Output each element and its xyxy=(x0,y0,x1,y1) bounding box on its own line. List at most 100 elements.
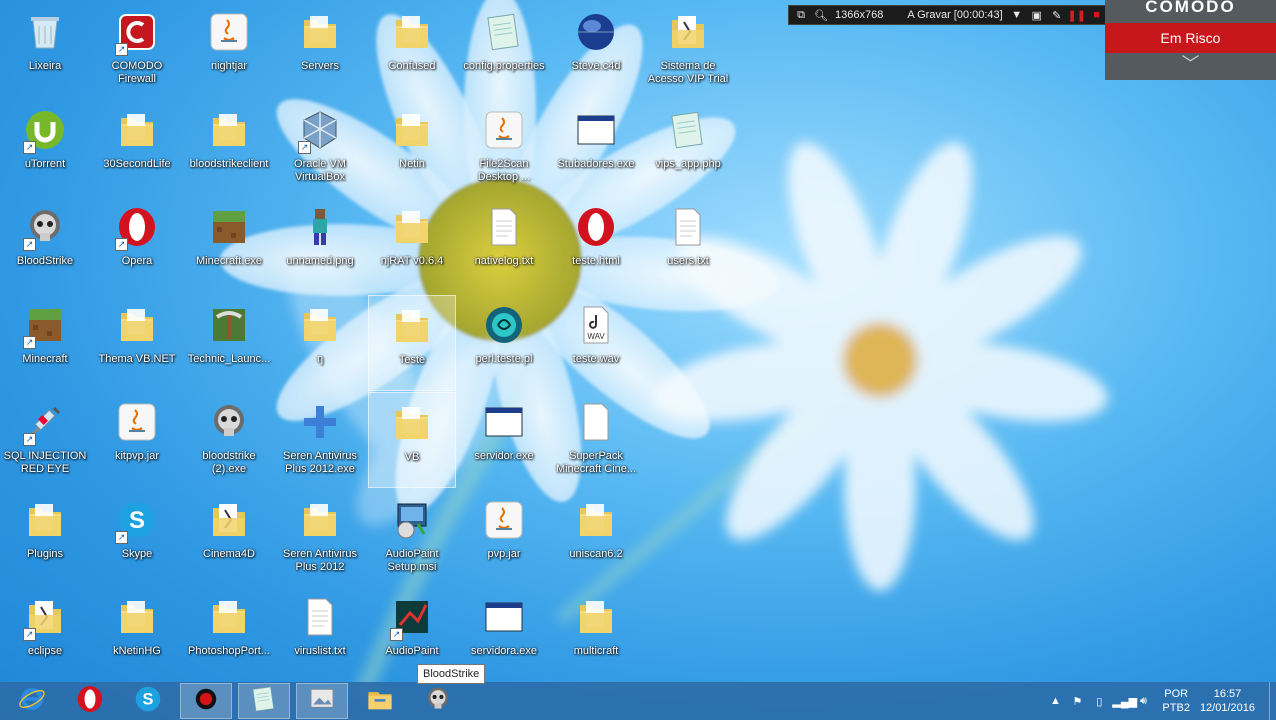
desktop-icon[interactable]: kitpvp.jar xyxy=(93,392,181,488)
chevron-down-icon[interactable]: ▼ xyxy=(1011,9,1023,21)
desktop-icon[interactable]: ŋ xyxy=(276,295,364,391)
photos-icon xyxy=(307,684,337,719)
desktop-icon[interactable]: PhotoshopPort... xyxy=(185,587,273,683)
comodo-widget[interactable]: COMODO Em Risco ﹀ xyxy=(1105,0,1276,80)
desktop-icon[interactable]: File2Scan Desktop ... xyxy=(460,100,548,196)
desktop-icon[interactable]: Seren Antivirus Plus 2012.exe xyxy=(276,392,364,488)
desktop-icon-label: Skype xyxy=(121,548,153,560)
desktop-icon[interactable]: viruslist.txt xyxy=(276,587,364,683)
desktop-icon[interactable]: Teste xyxy=(368,295,456,391)
blue-plus-icon xyxy=(296,398,344,446)
taskbar-button-photos[interactable] xyxy=(296,683,348,719)
desktop-icon[interactable]: ↗ SQL INJECTION RED EYE xyxy=(1,392,89,488)
desktop-icon[interactable]: kNetinHG xyxy=(93,587,181,683)
taskbar-button-notepad[interactable] xyxy=(238,683,290,719)
battery-icon[interactable]: ▯ xyxy=(1090,695,1108,708)
desktop-icon[interactable]: teste.html xyxy=(552,197,640,293)
pause-icon[interactable]: ❚❚ xyxy=(1068,9,1086,22)
taskbar-button-internet-explorer[interactable] xyxy=(6,683,58,719)
clock[interactable]: 16:57 12/01/2016 xyxy=(1200,687,1255,715)
desktop-icon[interactable]: VB xyxy=(368,392,456,488)
desktop-icon[interactable]: Cinema4D xyxy=(185,490,273,586)
desktop-icon[interactable]: nightjar xyxy=(185,2,273,98)
comodo-status-badge[interactable]: Em Risco xyxy=(1105,23,1276,53)
skull-icon xyxy=(205,398,253,446)
pen-icon[interactable]: ✎ xyxy=(1051,9,1063,22)
desktop-icon[interactable]: WAV teste.wav xyxy=(552,295,640,391)
network-icon[interactable]: ▂▄▆ xyxy=(1112,695,1137,708)
stop-icon[interactable]: ■ xyxy=(1091,9,1103,21)
desktop-icon[interactable]: ↗ uTorrent xyxy=(1,100,89,196)
desktop-icon[interactable]: Sistema de Acesso VIP Trial xyxy=(644,2,732,98)
window-restore-icon[interactable]: ⧉ xyxy=(795,9,807,21)
desktop-icon[interactable]: ↗ Oracle VM VirtualBox xyxy=(276,100,364,196)
chevron-down-icon[interactable]: ﹀ xyxy=(1105,53,1276,75)
desktop-icon-label: AudioPaint Setup.msi xyxy=(385,548,439,573)
taskbar-button-bloodstrike[interactable] xyxy=(412,683,464,719)
taskbar-button-recorder[interactable] xyxy=(180,683,232,719)
desktop-icon[interactable]: ↗ BloodStrike xyxy=(1,197,89,293)
desktop-icon[interactable]: Seren Antivirus Plus 2012 xyxy=(276,490,364,586)
desktop-icon[interactable]: uniscan6.2 xyxy=(552,490,640,586)
taskbar-button-skype[interactable]: S xyxy=(122,683,174,719)
desktop-icon[interactable]: pvp.jar xyxy=(460,490,548,586)
desktop-icon[interactable]: perl.teste.pl xyxy=(460,295,548,391)
desktop-icon[interactable]: users.txt xyxy=(644,197,732,293)
desktop-icon-label: Cinema4D xyxy=(203,548,255,560)
desktop-icon[interactable]: Steve.c4d xyxy=(552,2,640,98)
desktop-icon[interactable]: S ↗ Skype xyxy=(93,490,181,586)
desktop-icon[interactable]: Stubadores.exe xyxy=(552,100,640,196)
desktop-icon[interactable]: Plugins xyxy=(1,490,89,586)
folder-icon xyxy=(572,496,620,544)
notepad-icon xyxy=(480,8,528,56)
desktop-icon[interactable]: AudioPaint Setup.msi xyxy=(368,490,456,586)
audiopaint-icon: ↗ xyxy=(388,593,436,641)
chevron-up-icon[interactable]: ▲ xyxy=(1046,695,1064,707)
notepad-icon xyxy=(249,684,279,719)
volume-icon[interactable]: 🔊︎ xyxy=(1134,695,1152,708)
desktop-icon-label: Opera xyxy=(121,255,153,267)
desktop-icon[interactable]: ↗ Opera xyxy=(93,197,181,293)
desktop-icon[interactable]: Lixeira xyxy=(1,2,89,98)
desktop-icon[interactable]: servidor.exe xyxy=(460,392,548,488)
desktop-icon[interactable]: Confused xyxy=(368,2,456,98)
desktop-icon[interactable]: SuperPack Minecraft Cine... xyxy=(552,392,640,488)
zoom-icon[interactable]: 🔍︎ xyxy=(814,9,828,22)
desktop-icon[interactable]: Netin xyxy=(368,100,456,196)
desktop-icon-label: nightjar xyxy=(210,60,248,72)
desktop-icon[interactable]: Minecraft.exe xyxy=(185,197,273,293)
skull-icon xyxy=(423,684,453,719)
desktop-icon[interactable]: bloodstrike (2).exe xyxy=(185,392,273,488)
desktop-icon[interactable]: config.properties xyxy=(460,2,548,98)
taskbar-button-file-explorer[interactable] xyxy=(354,683,406,719)
action-center-icon[interactable]: ⚑ xyxy=(1068,695,1086,708)
desktop-icon[interactable]: njRAT v0.6.4 xyxy=(368,197,456,293)
desktop-icon[interactable]: Servers xyxy=(276,2,364,98)
comodo-brand: COMODO xyxy=(1145,0,1236,14)
desktop-icon-label: kitpvp.jar xyxy=(114,450,160,462)
pickaxe-icon xyxy=(205,301,253,349)
camera-icon[interactable]: ▣ xyxy=(1031,9,1043,22)
desktop-icon[interactable]: ↗ eclipse xyxy=(1,587,89,683)
desktop-icon[interactable]: vips_app.php xyxy=(644,100,732,196)
desktop-icon[interactable]: ↗ Minecraft xyxy=(1,295,89,391)
desktop-icon[interactable]: Thema VB.NET xyxy=(93,295,181,391)
desktop-icon[interactable]: nativelog.txt xyxy=(460,197,548,293)
desktop-icon[interactable]: bloodstrikeclient xyxy=(185,100,273,196)
desktop-icon-label: uniscan6.2 xyxy=(569,548,623,560)
language-indicator[interactable]: POR PTB2 xyxy=(1162,687,1190,715)
desktop-icon[interactable]: 30SecondLife xyxy=(93,100,181,196)
window-app-icon xyxy=(480,593,528,641)
desktop-icon[interactable]: unnamed.png xyxy=(276,197,364,293)
folder-icon xyxy=(113,301,161,349)
desktop-icon[interactable]: multicraft xyxy=(552,587,640,683)
desktop-icon[interactable]: ↗ COMODO Firewall xyxy=(93,2,181,98)
show-desktop-button[interactable] xyxy=(1269,682,1276,720)
folder-icon xyxy=(572,593,620,641)
desktop-icon-label: Servers xyxy=(301,60,339,72)
desktop-icon-label: servidor.exe xyxy=(474,450,534,462)
desktop-icon-label: perl.teste.pl xyxy=(475,353,533,365)
desktop-icon-label: VB xyxy=(404,451,420,463)
taskbar-button-opera[interactable] xyxy=(64,683,116,719)
desktop-icon[interactable]: Technic_Launc... xyxy=(185,295,273,391)
